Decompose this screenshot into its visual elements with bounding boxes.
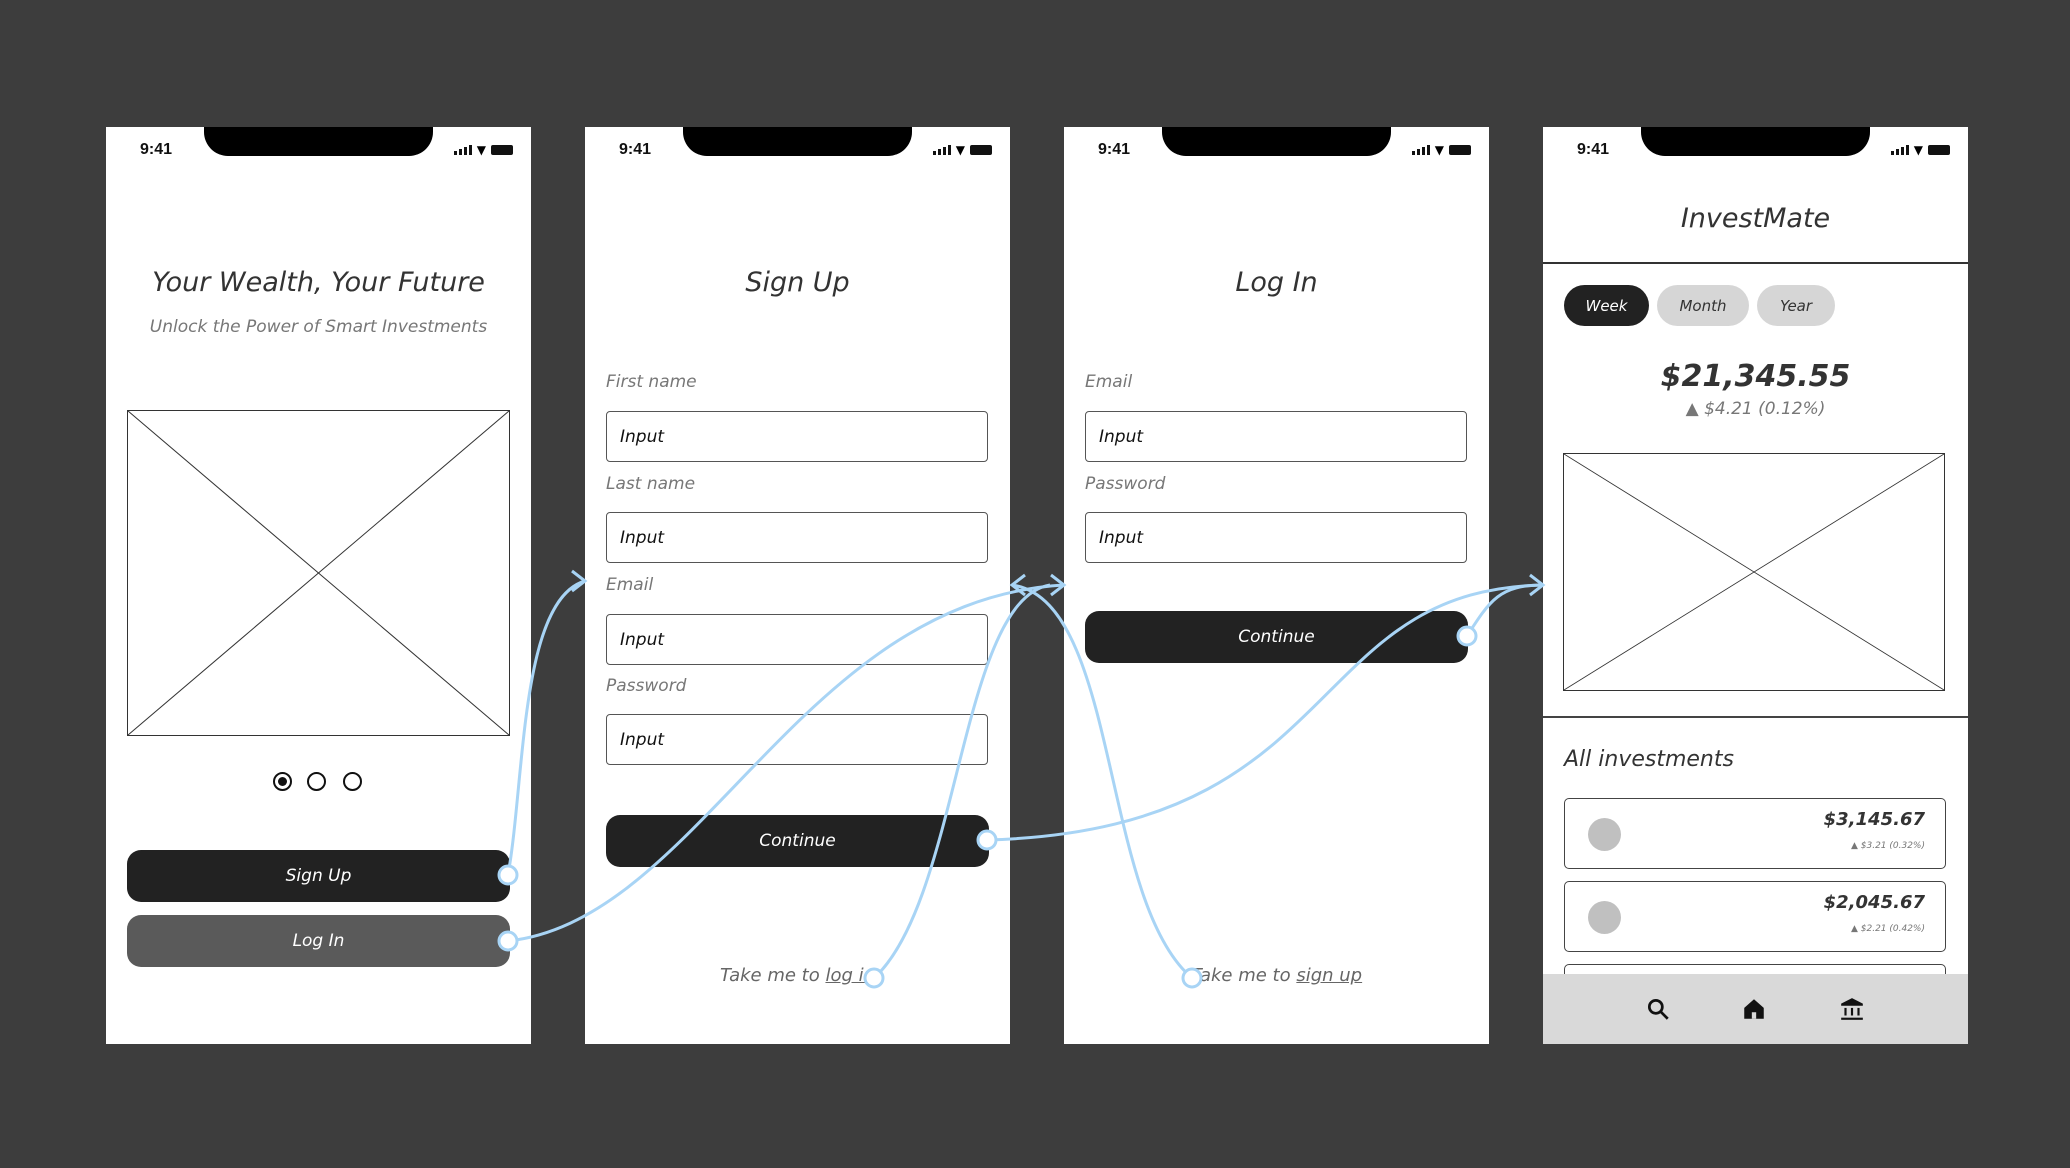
page-title: Sign Up xyxy=(745,267,850,298)
continue-button[interactable]: Continue xyxy=(606,815,989,867)
last-name-input[interactable]: Input xyxy=(606,512,988,563)
login-screen: 9:41 ▼ Log In Email Input Password Input… xyxy=(1064,127,1489,1044)
signal-icon xyxy=(1890,145,1909,155)
section-title: All investments xyxy=(1564,747,1734,772)
battery-icon xyxy=(970,145,992,155)
investment-card[interactable]: $2,045.67 ▲ $2.21 (0.42%) xyxy=(1564,881,1946,952)
arrowhead xyxy=(571,569,588,593)
onboarding-screen: 9:41 ▼ Your Wealth, Your Future Unlock t… xyxy=(106,127,531,1044)
section-divider xyxy=(1543,716,1968,718)
battery-icon xyxy=(1928,145,1950,155)
status-time: 9:41 xyxy=(1577,141,1610,158)
status-time: 9:41 xyxy=(619,141,652,158)
email-label: Email xyxy=(606,575,654,595)
battery-icon xyxy=(1449,145,1471,155)
period-month-tab[interactable]: Month xyxy=(1657,285,1749,326)
password-input[interactable]: Input xyxy=(1085,512,1467,563)
email-input[interactable]: Input xyxy=(1085,411,1467,462)
image-placeholder xyxy=(127,410,510,736)
wifi-icon: ▼ xyxy=(476,143,486,157)
chart-placeholder xyxy=(1563,453,1945,691)
signal-icon xyxy=(1411,145,1430,155)
wifi-icon: ▼ xyxy=(1434,143,1444,157)
status-icons: ▼ xyxy=(932,143,992,157)
link-prefix: Take me to xyxy=(719,965,826,986)
sign-up-link[interactable]: sign up xyxy=(1296,965,1362,986)
signup-screen: 9:41 ▼ Sign Up First name Input Last nam… xyxy=(585,127,1010,1044)
battery-icon xyxy=(491,145,513,155)
page-title: Log In xyxy=(1235,267,1318,298)
log-in-button[interactable]: Log In xyxy=(127,915,510,967)
status-icons: ▼ xyxy=(453,143,513,157)
first-name-input[interactable]: Input xyxy=(606,411,988,462)
bottom-tab-bar xyxy=(1543,974,1968,1044)
investment-change: ▲ $3.21 (0.32%) xyxy=(1850,841,1925,851)
header-divider xyxy=(1543,262,1968,264)
login-link-text: Take me to log in xyxy=(585,965,1010,986)
password-label: Password xyxy=(1085,474,1166,494)
period-week-tab[interactable]: Week xyxy=(1564,285,1649,326)
period-year-tab[interactable]: Year xyxy=(1757,285,1835,326)
search-icon[interactable] xyxy=(1645,996,1671,1022)
email-label: Email xyxy=(1085,372,1133,392)
last-name-label: Last name xyxy=(606,474,696,494)
arrowhead xyxy=(1050,573,1067,597)
app-title: InvestMate xyxy=(1680,203,1831,234)
portfolio-balance: $21,345.55 xyxy=(1660,359,1851,394)
dashboard-screen: 9:41 ▼ InvestMate Week Month Year $21,34… xyxy=(1543,127,1968,1044)
status-time: 9:41 xyxy=(1098,141,1131,158)
notch xyxy=(204,127,433,156)
home-icon[interactable] xyxy=(1741,996,1767,1022)
investment-avatar xyxy=(1588,901,1621,934)
continue-button[interactable]: Continue xyxy=(1085,611,1468,663)
email-input[interactable]: Input xyxy=(606,614,988,665)
carousel-dot-active[interactable] xyxy=(273,772,292,791)
carousel-dot[interactable] xyxy=(307,772,326,791)
arrowhead xyxy=(1529,573,1546,597)
carousel-dot[interactable] xyxy=(343,772,362,791)
log-in-link[interactable]: log in xyxy=(825,965,875,986)
investment-change: ▲ $2.21 (0.42%) xyxy=(1850,924,1925,934)
arrowhead xyxy=(1009,573,1026,597)
sign-up-button[interactable]: Sign Up xyxy=(127,850,510,902)
password-label: Password xyxy=(606,676,687,696)
link-prefix: Take me to xyxy=(1190,965,1297,986)
status-icons: ▼ xyxy=(1890,143,1950,157)
password-input[interactable]: Input xyxy=(606,714,988,765)
status-icons: ▼ xyxy=(1411,143,1471,157)
up-triangle-icon: ▲ xyxy=(1685,399,1705,419)
first-name-label: First name xyxy=(606,372,697,392)
wifi-icon: ▼ xyxy=(955,143,965,157)
status-time: 9:41 xyxy=(140,141,173,158)
investment-amount: $3,145.67 xyxy=(1823,809,1925,830)
page-subtitle: Unlock the Power of Smart Investments xyxy=(149,317,488,337)
wifi-icon: ▼ xyxy=(1913,143,1923,157)
investment-avatar xyxy=(1588,818,1621,851)
notch xyxy=(683,127,912,156)
investment-card[interactable]: $3,145.67 ▲ $3.21 (0.32%) xyxy=(1564,798,1946,869)
notch xyxy=(1641,127,1870,156)
signal-icon xyxy=(453,145,472,155)
investment-amount: $2,045.67 xyxy=(1823,892,1925,913)
portfolio-change: ▲ $4.21 (0.12%) xyxy=(1543,399,1968,419)
notch xyxy=(1162,127,1391,156)
signup-link-text: Take me to sign up xyxy=(1064,965,1489,986)
change-value: $4.21 (0.12%) xyxy=(1704,399,1826,419)
signal-icon xyxy=(932,145,951,155)
page-title: Your Wealth, Your Future xyxy=(152,267,485,298)
bank-icon[interactable] xyxy=(1839,996,1865,1022)
